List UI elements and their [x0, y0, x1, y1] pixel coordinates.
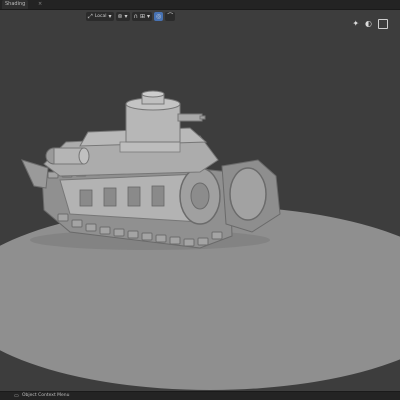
proportional-falloff-dropdown[interactable]: ⌒	[165, 12, 176, 21]
circle-dot-icon: ◎	[156, 13, 162, 20]
chevron-down-icon: ▾	[124, 13, 128, 20]
axis-icon: ⤢	[88, 13, 93, 20]
tank-model[interactable]	[21, 90, 281, 249]
magnet-icon: ∩	[133, 13, 138, 20]
viewport-scene[interactable]	[0, 0, 400, 400]
snap-toggle[interactable]: ∩ ⊞ ▾	[131, 12, 152, 21]
mouse-icon: ▭	[14, 393, 19, 399]
orientation-label: Local	[94, 14, 107, 19]
snap-target-icon: ⊞	[139, 13, 145, 20]
proportional-edit-toggle[interactable]: ◎	[154, 12, 164, 21]
falloff-icon: ⌒	[167, 13, 174, 20]
viewport-header: ⤢ Local ▾ ⊚ ▾ ∩ ⊞ ▾ ◎ ⌒	[86, 12, 176, 21]
viewport-overlays: ✦ ◐	[352, 19, 388, 29]
xray-icon[interactable]	[378, 19, 388, 29]
orientation-dropdown[interactable]: ⤢ Local ▾	[86, 12, 114, 21]
pivot-dropdown[interactable]: ⊚ ▾	[115, 12, 130, 21]
gizmo-icon[interactable]: ✦	[352, 19, 359, 29]
overlay-icon[interactable]: ◐	[365, 19, 372, 29]
chevron-down-icon: ▾	[108, 13, 112, 20]
status-bar: ▭ Object Context Menu	[0, 391, 400, 400]
status-label: Object Context Menu	[22, 393, 70, 398]
pivot-icon: ⊚	[117, 13, 123, 20]
chevron-down-icon: ▾	[146, 13, 150, 20]
